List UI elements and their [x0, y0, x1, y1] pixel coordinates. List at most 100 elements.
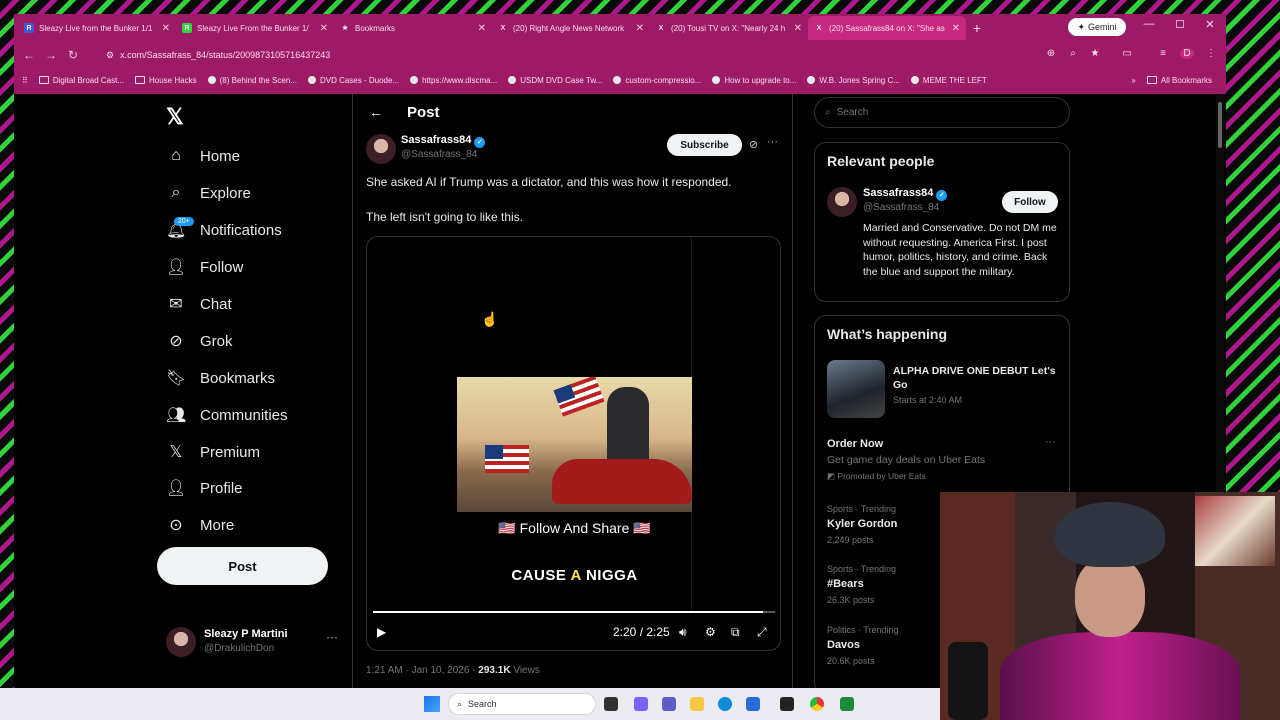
settings-icon[interactable]: ⚙ — [705, 625, 716, 639]
apps-icon[interactable]: ⠿ — [22, 76, 28, 85]
app-icon[interactable] — [780, 697, 794, 711]
browser-tab[interactable]: X (20) Right Angle News Network ✕ — [492, 16, 650, 40]
nav-item-follow[interactable]: 👤︎ Follow — [166, 255, 243, 279]
maximize-icon[interactable]: ☐ — [1170, 18, 1190, 31]
obs-icon[interactable] — [840, 697, 854, 711]
account-switcher[interactable]: Sleazy P Martini @DrakulichDon ··· — [166, 624, 346, 660]
more-dots-icon[interactable]: ··· — [1045, 436, 1056, 448]
person-name-row[interactable]: Sassafrass84 ✓ — [863, 187, 948, 201]
all-bookmarks[interactable]: All Bookmarks — [1146, 76, 1212, 85]
nav-item-more[interactable]: ⊙ More — [166, 513, 234, 537]
video-player[interactable]: 🇺🇸 Follow And Share 🇺🇸 CAUSE A NIGGA ▶ 2… — [366, 236, 781, 651]
edge-icon[interactable] — [718, 697, 732, 711]
close-tab-icon[interactable]: ✕ — [952, 23, 960, 34]
nav-item-grok[interactable]: ⊘ Grok — [166, 329, 232, 353]
browser-tab[interactable]: R Sleazy Live from the Bunker 1/1 ✕ — [18, 16, 176, 40]
file-explorer-icon[interactable] — [690, 697, 704, 711]
scrollbar-thumb[interactable] — [1218, 102, 1222, 148]
video-progress-bar[interactable] — [373, 611, 775, 613]
back-arrow-icon[interactable]: ← — [369, 104, 383, 120]
browser-tab[interactable]: X (20) Sassafrass84 on X: "She as ✕ — [808, 16, 966, 40]
taskbar-search[interactable]: ⌕ Search — [448, 693, 596, 715]
bookmark-item[interactable]: How to upgrade to... — [712, 76, 796, 85]
grok-icon[interactable]: ⊘ — [749, 138, 758, 151]
task-view-icon[interactable] — [604, 697, 618, 711]
bookmark-item[interactable]: MEME THE LEFT — [910, 76, 987, 85]
bookmark-item[interactable]: USDM DVD Case Tw... — [508, 76, 602, 85]
bookmark-item[interactable]: (8) Behind the Scen... — [207, 76, 297, 85]
back-icon[interactable]: ← — [18, 48, 40, 62]
media-icon[interactable]: ≡ — [1156, 48, 1170, 59]
bookmark-item[interactable]: https://www.discma... — [410, 76, 497, 85]
trend-meta: Sports · Trending — [827, 504, 897, 514]
close-tab-icon[interactable]: ✕ — [636, 23, 644, 34]
minimize-icon[interactable]: — — [1139, 18, 1159, 30]
event-title[interactable]: ALPHA DRIVE ONE DEBUT Let's Go — [893, 364, 1063, 392]
browser-tab[interactable]: X (20) Tousi TV on X: "Nearly 24 h ✕ — [650, 16, 808, 40]
trend-meta: Politics · Trending — [827, 625, 899, 635]
nav-item-premium[interactable]: 𝕏 Premium — [166, 440, 260, 464]
person-handle[interactable]: @Sassafrass_84 — [863, 202, 939, 213]
search-input[interactable]: ⌕ Search — [814, 97, 1070, 128]
windows-start-icon[interactable] — [424, 696, 440, 712]
flag-image — [553, 377, 605, 417]
fullscreen-icon[interactable]: ⤢ — [757, 625, 767, 640]
zoom-icon[interactable]: ⌕ — [1066, 48, 1080, 59]
copilot-icon[interactable] — [634, 697, 648, 711]
reload-icon[interactable]: ↻ — [62, 48, 84, 62]
subscribe-button[interactable]: Subscribe — [667, 134, 742, 156]
taskbar: ⌕ Search — [0, 688, 940, 720]
browser-tab[interactable]: ★ Bookmarks ✕ — [334, 16, 492, 40]
x-logo-icon[interactable]: 𝕏 — [166, 104, 184, 130]
jacket-image — [1000, 632, 1240, 720]
subtitle-highlight: A — [570, 567, 582, 584]
close-window-icon[interactable]: ✕ — [1200, 18, 1220, 31]
post-button[interactable]: Post — [157, 547, 328, 585]
install-icon[interactable]: ⊕ — [1044, 48, 1058, 59]
sidebar-icon[interactable]: ▭ — [1120, 48, 1134, 59]
nav-item-explore[interactable]: ⌕ Explore — [166, 181, 251, 205]
address-bar[interactable]: ⚙ x.com/Sassafrass_84/status/20098731057… — [106, 46, 1046, 64]
close-tab-icon[interactable]: ✕ — [478, 23, 486, 34]
nav-item-communities[interactable]: 👥︎ Communities — [166, 403, 288, 427]
forward-icon[interactable]: → — [40, 48, 62, 62]
close-tab-icon[interactable]: ✕ — [794, 23, 802, 34]
nav-item-chat[interactable]: ✉ Chat — [166, 292, 231, 316]
more-dots-icon[interactable]: ··· — [767, 136, 778, 148]
nav-item-bookmarks[interactable]: 🔖︎ Bookmarks — [166, 366, 275, 390]
bookmark-item[interactable]: custom-compressio... — [613, 76, 701, 85]
author-name-row[interactable]: Sassafrass84 ✓ — [401, 134, 486, 148]
video-caption: 🇺🇸 Follow And Share 🇺🇸 — [498, 520, 651, 536]
pip-icon[interactable]: ⧉ — [731, 625, 740, 640]
promo-title[interactable]: Order Now — [827, 438, 883, 450]
author-avatar[interactable] — [366, 134, 396, 164]
browser-tab[interactable]: R Sleazy Live From the Bunker 1/ ✕ — [176, 16, 334, 40]
bookmark-item[interactable]: Digital Broad Cast... — [38, 76, 124, 85]
author-handle[interactable]: @Sassafrass_84 — [401, 149, 477, 160]
teams-icon[interactable] — [662, 697, 676, 711]
bookmark-star-icon[interactable]: ★ — [1088, 48, 1102, 59]
follow-button[interactable]: Follow — [1002, 191, 1058, 213]
bookmark-item[interactable]: DVD Cases - Duode... — [307, 76, 399, 85]
close-tab-icon[interactable]: ✕ — [162, 23, 170, 34]
close-tab-icon[interactable]: ✕ — [320, 23, 328, 34]
nav-item-home[interactable]: ⌂ Home — [166, 144, 240, 168]
bookmark-item[interactable]: House Hacks — [135, 76, 197, 85]
profile-avatar[interactable]: D — [1180, 48, 1194, 59]
bookmark-item[interactable]: W.B. Jones Spring C... — [807, 76, 900, 85]
chrome-icon[interactable] — [810, 697, 824, 711]
bookmarks-overflow-icon[interactable]: » — [1131, 76, 1135, 85]
event-time: Starts at 2:40 AM — [893, 395, 963, 405]
new-tab-icon[interactable]: + — [966, 16, 988, 40]
gemini-button[interactable]: ✦ Gemini — [1068, 18, 1126, 36]
person-avatar[interactable] — [827, 187, 857, 217]
volume-icon[interactable]: 🔊︎ — [679, 625, 687, 640]
event-thumbnail[interactable] — [827, 360, 885, 418]
search-icon: ⌕ — [825, 107, 831, 118]
nav-item-profile[interactable]: 👤︎ Profile — [166, 476, 243, 500]
store-icon[interactable] — [746, 697, 760, 711]
more-dots-icon[interactable]: ··· — [326, 630, 338, 644]
play-icon[interactable]: ▶ — [377, 625, 386, 639]
site-info-icon[interactable]: ⚙ — [106, 50, 114, 61]
menu-icon[interactable]: ⋮ — [1204, 48, 1218, 59]
